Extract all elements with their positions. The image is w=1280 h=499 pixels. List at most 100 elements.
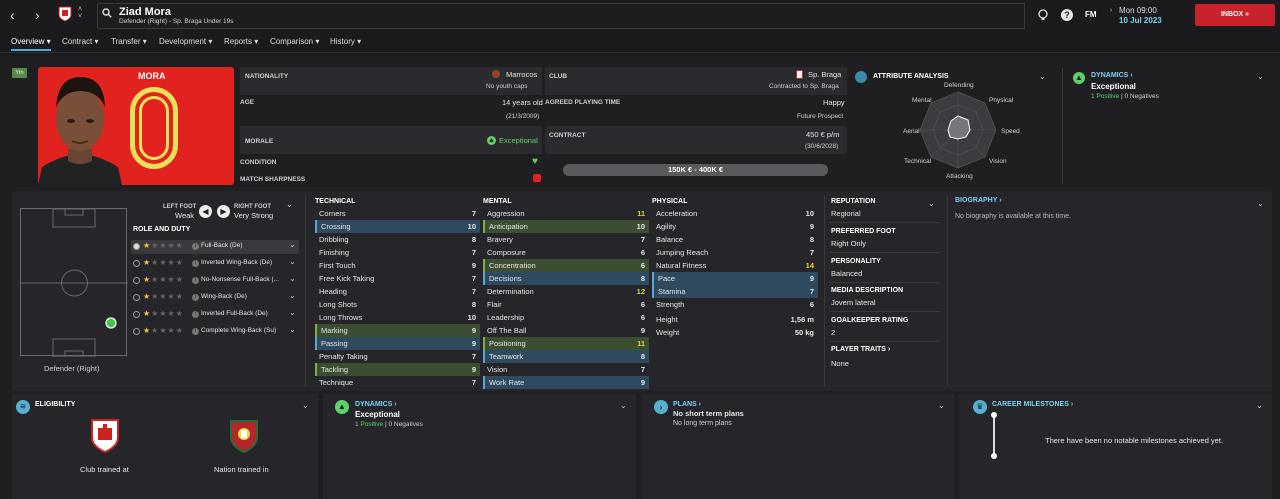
chevron-down-icon[interactable]: ⌄ xyxy=(302,401,309,410)
attribute-row[interactable]: Heading 7 xyxy=(315,285,480,298)
attribute-row[interactable]: Flair 6 xyxy=(483,298,649,311)
chevron-down-icon[interactable]: ⌄ xyxy=(286,200,293,209)
radio-icon[interactable] xyxy=(133,277,140,284)
attribute-value: 7 xyxy=(809,248,814,257)
role-row[interactable]: ★★★★★ i Full-Back (De) ⌄ xyxy=(131,240,299,253)
attribute-row[interactable]: Teamwork 8 xyxy=(483,350,649,363)
role-row[interactable]: ★★★★★ i No-Nonsense Full-Back (... ⌄ xyxy=(131,274,299,287)
chevron-down-icon[interactable]: ⌄ xyxy=(289,274,296,283)
chevron-down-icon[interactable]: ⌄ xyxy=(1256,401,1263,410)
chevron-down-icon[interactable]: ⌄ xyxy=(1039,72,1046,81)
inbox-button[interactable]: INBOX » xyxy=(1195,4,1275,26)
attribute-row[interactable]: Off The Ball 9 xyxy=(483,324,649,337)
club-crest-icon[interactable] xyxy=(58,6,72,22)
attribute-row[interactable]: Stamina 7 xyxy=(652,285,818,298)
dynamics-link[interactable]: DYNAMICS › xyxy=(1091,72,1133,79)
biography-link[interactable]: BIOGRAPHY › xyxy=(955,197,1002,204)
attribute-row[interactable]: Technique 7 xyxy=(315,376,480,389)
attribute-row[interactable]: First Touch 9 xyxy=(315,259,480,272)
tab-development[interactable]: Development ▾ xyxy=(159,37,212,46)
attribute-row[interactable]: Finishing 7 xyxy=(315,246,480,259)
attribute-row[interactable]: Leadership 6 xyxy=(483,311,649,324)
attribute-row[interactable]: Concentration 6 xyxy=(483,259,649,272)
player-traits-link[interactable]: PLAYER TRAITS › xyxy=(831,346,890,353)
tab-reports[interactable]: Reports ▾ xyxy=(224,37,258,46)
info-icon[interactable]: i xyxy=(192,260,199,267)
attribute-row[interactable]: Acceleration 10 xyxy=(652,207,818,220)
attribute-name: Jumping Reach xyxy=(656,248,709,257)
fm-menu-button[interactable]: FM xyxy=(1085,10,1097,19)
info-icon[interactable]: i xyxy=(192,277,199,284)
morale-value[interactable]: Exceptional xyxy=(499,136,538,145)
info-icon[interactable]: i xyxy=(192,243,199,250)
attribute-row[interactable]: Natural Fitness 14 xyxy=(652,259,818,272)
radio-icon[interactable] xyxy=(133,243,140,250)
tab-comparison[interactable]: Comparison ▾ xyxy=(270,37,319,46)
role-row[interactable]: ★★★★★ i Inverted Wing-Back (De) ⌄ xyxy=(131,257,299,270)
chevron-down-icon[interactable]: ⌄ xyxy=(1257,72,1264,81)
attribute-row[interactable]: Crossing 10 xyxy=(315,220,480,233)
radio-icon[interactable] xyxy=(133,294,140,301)
attribute-row[interactable]: Jumping Reach 7 xyxy=(652,246,818,259)
attribute-row[interactable]: Bravery 7 xyxy=(483,233,649,246)
attribute-row[interactable]: Work Rate 9 xyxy=(483,376,649,389)
attribute-row[interactable]: Decisions 8 xyxy=(483,272,649,285)
chevron-down-icon[interactable]: ⌄ xyxy=(1257,199,1264,208)
club-value[interactable]: Sp. Braga xyxy=(808,70,841,79)
tab-overview[interactable]: Overview ▾ xyxy=(11,37,51,51)
attribute-row[interactable]: Positioning 11 xyxy=(483,337,649,350)
role-row[interactable]: ★★★★★ i Complete Wing-Back (Su) ⌄ xyxy=(131,325,299,338)
attribute-row[interactable]: Agility 9 xyxy=(652,220,818,233)
attribute-row[interactable]: Aggression 11 xyxy=(483,207,649,220)
radio-icon[interactable] xyxy=(133,328,140,335)
chevron-down-icon[interactable]: ⌄ xyxy=(289,325,296,334)
help-icon[interactable]: ? xyxy=(1061,9,1073,21)
attribute-row[interactable]: Pace 9 xyxy=(652,272,818,285)
attribute-row[interactable]: Free Kick Taking 7 xyxy=(315,272,480,285)
attribute-row[interactable]: Long Shots 8 xyxy=(315,298,480,311)
attribute-row[interactable]: Passing 9 xyxy=(315,337,480,350)
tab-transfer[interactable]: Transfer ▾ xyxy=(111,37,147,46)
hint-icon[interactable] xyxy=(1037,9,1049,21)
milestones-link[interactable]: CAREER MILESTONES › xyxy=(992,401,1073,408)
attribute-row[interactable]: Tackling 9 xyxy=(315,363,480,376)
info-icon[interactable]: i xyxy=(192,328,199,335)
attribute-value: 6 xyxy=(640,261,645,270)
plans-link[interactable]: PLANS › xyxy=(673,401,701,408)
role-row[interactable]: ★★★★★ i Inverted Full-Back (De) ⌄ xyxy=(131,308,299,321)
tab-contract[interactable]: Contract ▾ xyxy=(62,37,98,46)
search-bar[interactable] xyxy=(97,3,1025,29)
chevron-updown-icon[interactable]: ˄ ˅ xyxy=(78,6,82,20)
attribute-row[interactable]: Balance 8 xyxy=(652,233,818,246)
radio-icon[interactable] xyxy=(133,311,140,318)
forward-arrow-icon[interactable]: › xyxy=(35,8,40,22)
radio-icon[interactable] xyxy=(133,260,140,267)
chevron-down-icon[interactable]: ⌄ xyxy=(289,291,296,300)
attribute-row[interactable]: Vision 7 xyxy=(483,363,649,376)
nationality-value[interactable]: Marrocos xyxy=(506,70,537,79)
attribute-row[interactable]: Anticipation 10 xyxy=(483,220,649,233)
info-icon[interactable]: i xyxy=(192,311,199,318)
attribute-row[interactable]: Composure 6 xyxy=(483,246,649,259)
attribute-row[interactable]: Dribbling 8 xyxy=(315,233,480,246)
transfer-value-bar[interactable]: 150K € - 400K € xyxy=(563,164,828,176)
search-icon[interactable] xyxy=(102,8,112,18)
back-arrow-icon[interactable]: ‹ xyxy=(10,8,15,22)
chevron-down-icon[interactable]: ⌄ xyxy=(928,199,935,208)
chevron-down-icon[interactable]: ⌄ xyxy=(289,257,296,266)
attribute-row[interactable]: Marking 9 xyxy=(315,324,480,337)
attribute-row[interactable]: Penalty Taking 7 xyxy=(315,350,480,363)
role-row[interactable]: ★★★★★ i Wing-Back (De) ⌄ xyxy=(131,291,299,304)
chevron-down-icon[interactable]: ⌄ xyxy=(289,308,296,317)
tab-history[interactable]: History ▾ xyxy=(330,37,361,46)
pitch[interactable] xyxy=(20,208,128,358)
attribute-row[interactable]: Determination 12 xyxy=(483,285,649,298)
info-icon[interactable]: i xyxy=(192,294,199,301)
chevron-down-icon[interactable]: ⌄ xyxy=(289,240,296,249)
chevron-down-icon[interactable]: ⌄ xyxy=(620,401,627,410)
attribute-row[interactable]: Corners 7 xyxy=(315,207,480,220)
dynamics-bottom-link[interactable]: DYNAMICS › xyxy=(355,401,397,408)
attribute-row[interactable]: Strength 6 xyxy=(652,298,818,311)
attribute-row[interactable]: Long Throws 10 xyxy=(315,311,480,324)
chevron-down-icon[interactable]: ⌄ xyxy=(938,401,945,410)
